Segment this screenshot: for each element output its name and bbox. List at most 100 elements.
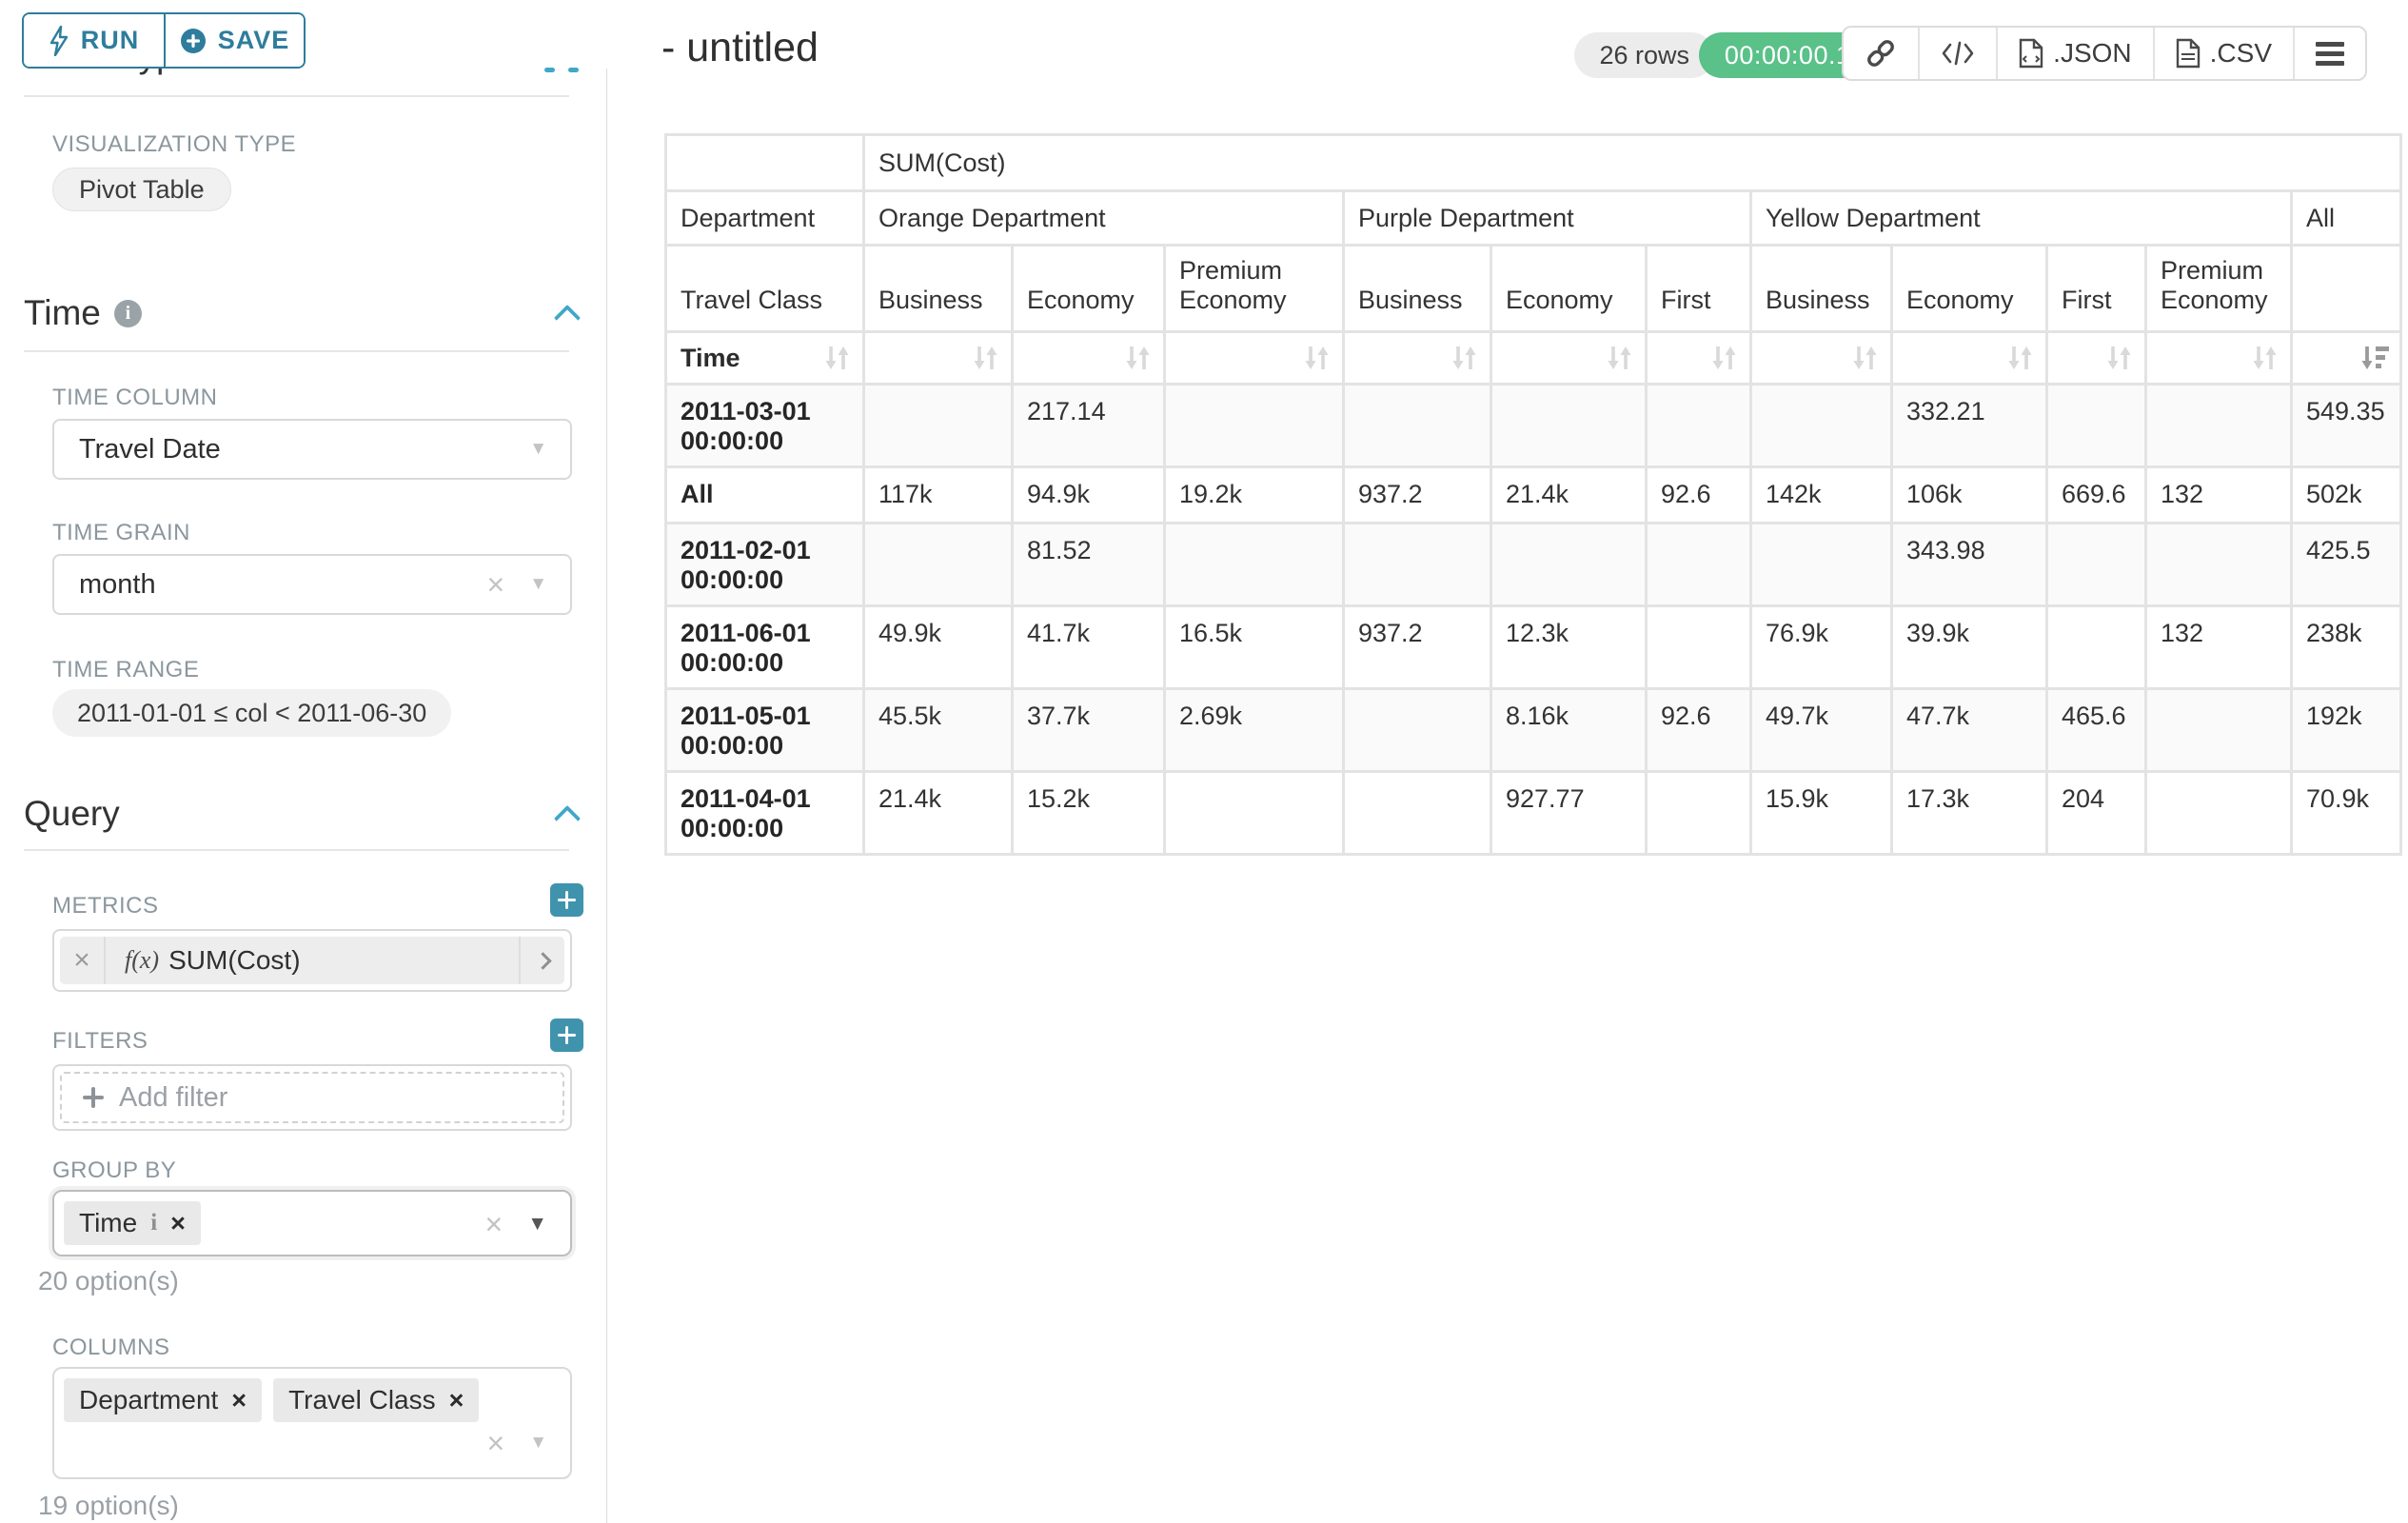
cell — [1345, 524, 1490, 604]
caret-down-icon[interactable]: ▼ — [529, 574, 547, 595]
explore-view: Chart Type RUN SAVE VISUALIZATION TYPE P… — [0, 0, 2408, 1523]
cell — [1345, 773, 1490, 853]
chart-title[interactable]: - untitled — [661, 25, 819, 71]
columns-select[interactable]: Department × Travel Class × × ▼ — [52, 1367, 572, 1479]
viz-type-label: VISUALIZATION TYPE — [52, 131, 296, 158]
sort-arrows-icon — [2248, 343, 2280, 373]
sort-cell[interactable] — [865, 333, 1011, 383]
file-icon — [2176, 38, 2201, 69]
table-row: All 117k 94.9k 19.2k 937.2 21.4k 92.6 14… — [667, 468, 2399, 522]
cell: 37.7k — [1014, 690, 1163, 770]
add-filter-button[interactable]: Add filter — [60, 1072, 564, 1123]
col-header: Economy — [1492, 247, 1645, 330]
columns-tag[interactable]: Travel Class × — [273, 1378, 479, 1422]
drag-dots-icon[interactable] — [544, 68, 579, 72]
chevron-right-icon[interactable] — [519, 937, 564, 984]
col-group-header: Purple Department — [1345, 192, 1749, 244]
time-grain-value: month — [79, 569, 156, 601]
remove-tag-icon[interactable]: × — [170, 1209, 186, 1238]
cell — [2147, 773, 2290, 853]
sort-cell-active-desc[interactable] — [2293, 333, 2399, 383]
col-header: Economy — [1893, 247, 2045, 330]
export-csv-label: .CSV — [2210, 38, 2272, 69]
cell — [1752, 386, 1890, 465]
col-group-header: Yellow Department — [1752, 192, 2290, 244]
cell: 17.3k — [1893, 773, 2045, 853]
sort-cell[interactable] — [1014, 333, 1163, 383]
remove-metric-icon[interactable]: × — [60, 937, 106, 984]
sort-arrows-icon — [2003, 343, 2036, 373]
sort-cell[interactable] — [2147, 333, 2290, 383]
table-row: 2011-02-01 00:00:00 81.52 343.98 425.5 — [667, 524, 2399, 604]
view-query-button[interactable] — [1918, 28, 1996, 79]
col-header: Economy — [1014, 247, 1163, 330]
export-json-button[interactable]: .JSON — [1996, 28, 2152, 79]
caret-down-icon[interactable]: ▼ — [529, 1433, 547, 1454]
col-header: Premium Economy — [2147, 247, 2290, 330]
cell: 70.9k — [2293, 773, 2399, 853]
x-icon[interactable]: × — [485, 1209, 503, 1239]
cell: 937.2 — [1345, 468, 1490, 522]
time-range-pill[interactable]: 2011-01-01 ≤ col < 2011-06-30 — [52, 689, 451, 737]
section-divider — [24, 95, 569, 97]
remove-tag-icon[interactable]: × — [449, 1386, 464, 1415]
cell — [2048, 524, 2144, 604]
sort-cell[interactable] — [1166, 333, 1342, 383]
department-header-row: Department Orange Department Purple Depa… — [667, 192, 2399, 244]
sort-cell[interactable] — [1752, 333, 1890, 383]
cell: 47.7k — [1893, 690, 2045, 770]
time-column-select[interactable]: Travel Date ▼ — [52, 419, 572, 480]
run-button[interactable]: RUN — [24, 14, 164, 67]
sort-arrows-icon — [2102, 343, 2135, 373]
cell: 549.35 — [2293, 386, 2399, 465]
group-by-tag[interactable]: Time i × — [64, 1201, 201, 1245]
cell — [1492, 386, 1645, 465]
sort-arrows-icon — [1603, 343, 1635, 373]
add-metric-button[interactable] — [550, 883, 583, 917]
row-header: 2011-02-01 00:00:00 — [667, 524, 862, 604]
x-icon[interactable]: × — [487, 1428, 505, 1458]
metric-header: SUM(Cost) — [865, 136, 2399, 189]
columns-label: COLUMNS — [52, 1335, 170, 1361]
cell: 332.21 — [1893, 386, 2045, 465]
cell — [1345, 690, 1490, 770]
chevron-up-icon[interactable] — [554, 307, 582, 324]
sort-cell[interactable] — [1648, 333, 1749, 383]
cell: 21.4k — [865, 773, 1011, 853]
x-icon[interactable]: × — [487, 569, 505, 600]
results-menu-button[interactable] — [2293, 28, 2365, 79]
sort-cell[interactable] — [1345, 333, 1490, 383]
columns-tag[interactable]: Department × — [64, 1378, 262, 1422]
save-button[interactable]: SAVE — [164, 14, 304, 67]
cell: 12.3k — [1492, 607, 1645, 687]
travel-class-dim-label: Travel Class — [667, 247, 862, 330]
row-count-badge: 26 rows — [1574, 32, 1714, 78]
add-filter-label: Add filter — [119, 1082, 227, 1114]
caret-down-icon[interactable]: ▼ — [527, 1213, 547, 1236]
cell: 76.9k — [1752, 607, 1890, 687]
control-panel: Chart Type RUN SAVE VISUALIZATION TYPE P… — [0, 0, 607, 1523]
sort-cell[interactable] — [1492, 333, 1645, 383]
sort-cell[interactable] — [2048, 333, 2144, 383]
time-grain-select[interactable]: month × ▼ — [52, 554, 572, 615]
export-csv-button[interactable]: .CSV — [2153, 28, 2293, 79]
chevron-up-icon[interactable] — [554, 807, 582, 824]
add-filter-plus-button[interactable] — [550, 1019, 583, 1052]
group-by-select[interactable]: Time i × × ▼ — [52, 1190, 572, 1256]
sort-cell[interactable] — [1893, 333, 2045, 383]
copy-link-button[interactable] — [1844, 28, 1918, 79]
cell — [1752, 524, 1890, 604]
cell: 106k — [1893, 468, 2045, 522]
caret-down-icon[interactable]: ▼ — [529, 439, 547, 460]
run-save-button-group: RUN SAVE — [22, 12, 306, 69]
viz-type-pill[interactable]: Pivot Table — [52, 168, 231, 211]
cell: 19.2k — [1166, 468, 1342, 522]
cell: 937.2 — [1345, 607, 1490, 687]
cell: 425.5 — [2293, 524, 2399, 604]
sort-cell-time[interactable]: Time — [667, 333, 862, 383]
metric-pill[interactable]: × f(x) SUM(Cost) — [60, 937, 564, 984]
code-icon — [1941, 39, 1975, 68]
remove-tag-icon[interactable]: × — [231, 1386, 247, 1415]
col-group-header: Orange Department — [865, 192, 1342, 244]
time-grain-label: TIME GRAIN — [52, 520, 190, 546]
